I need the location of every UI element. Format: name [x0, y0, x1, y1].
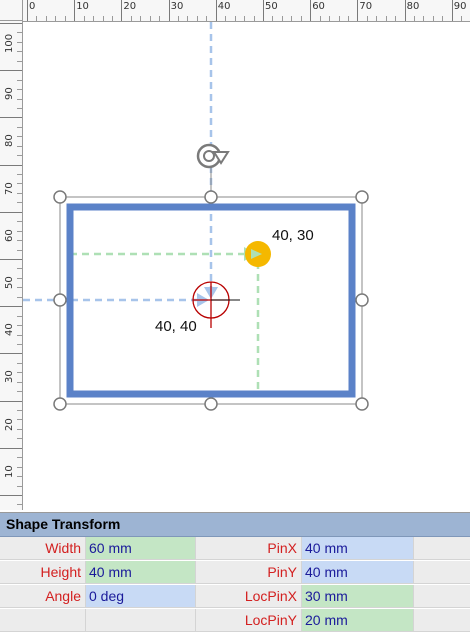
property-name: LocPinY	[196, 609, 302, 632]
property-value-field[interactable]: 40 mm	[302, 537, 414, 560]
rotate-icon[interactable]	[196, 143, 230, 169]
handle-middle-left[interactable]	[53, 293, 67, 307]
property-value-field[interactable]: 0 deg	[86, 585, 196, 608]
handle-middle-right[interactable]	[355, 293, 369, 307]
property-value-field[interactable]	[86, 609, 196, 632]
property-row: Angle 0 deg LocPinX 30 mm	[0, 585, 470, 609]
handle-bottom-right[interactable]	[355, 397, 369, 411]
property-row: LocPinY 20 mm	[0, 609, 470, 633]
property-value-field[interactable]: 40 mm	[86, 561, 196, 584]
drawing-svg	[23, 22, 369, 411]
property-name: Angle	[0, 585, 86, 608]
handle-top-right[interactable]	[355, 190, 369, 204]
property-name: LocPinX	[196, 585, 302, 608]
property-row: Height 40 mm PinY 40 mm	[0, 561, 470, 585]
property-name: PinY	[196, 561, 302, 584]
property-name: PinX	[196, 537, 302, 560]
property-row-filler	[414, 537, 470, 560]
property-value-field[interactable]: 40 mm	[302, 561, 414, 584]
locpin-coordinate-label: 40, 30	[272, 227, 314, 244]
property-value-field[interactable]: 30 mm	[302, 585, 414, 608]
property-value-field[interactable]: 60 mm	[86, 537, 196, 560]
property-row-filler	[414, 561, 470, 584]
property-row: Width 60 mm PinX 40 mm	[0, 537, 470, 561]
handle-bottom-middle[interactable]	[204, 397, 218, 411]
property-row-filler	[414, 585, 470, 608]
pin-coordinate-label: 40, 40	[155, 318, 197, 335]
property-name	[0, 609, 86, 632]
panel-title: Shape Transform	[0, 513, 470, 537]
handle-top-middle[interactable]	[204, 190, 218, 204]
drawing-canvas[interactable]: 0 10 20 30 40 50 60 70 80 90 100 90 80 70 60 50 40 30 20 1…	[0, 0, 470, 510]
shape-transform-panel: Shape Transform Width 60 mm PinX 40 mm Heigh…	[0, 512, 470, 638]
property-value-field[interactable]: 20 mm	[302, 609, 414, 632]
property-row-filler	[414, 609, 470, 632]
handle-top-left[interactable]	[53, 190, 67, 204]
property-name: Height	[0, 561, 86, 584]
handle-bottom-left[interactable]	[53, 397, 67, 411]
property-name: Width	[0, 537, 86, 560]
